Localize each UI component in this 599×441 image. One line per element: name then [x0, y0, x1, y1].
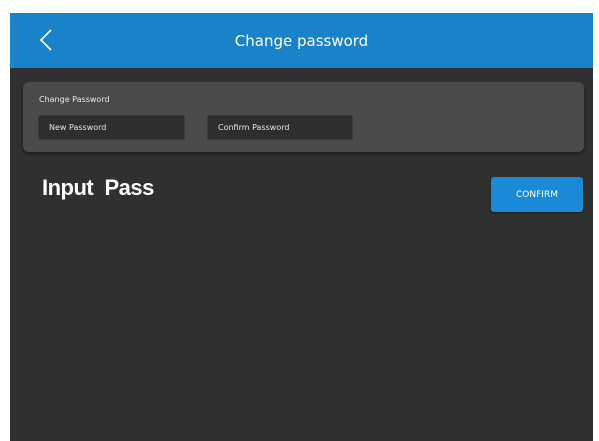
title-bar: Change password: [10, 13, 593, 68]
status-message: Input Pass: [42, 175, 154, 200]
panel-label: Change Password: [39, 95, 110, 104]
new-password-input[interactable]: [38, 115, 185, 140]
change-password-screen: Change password Change Password Input Pa…: [10, 13, 593, 441]
change-password-panel: Change Password: [23, 82, 584, 152]
confirm-password-input[interactable]: [207, 115, 353, 140]
confirm-button[interactable]: CONFIRM: [491, 177, 583, 212]
page-title: Change password: [234, 32, 369, 50]
